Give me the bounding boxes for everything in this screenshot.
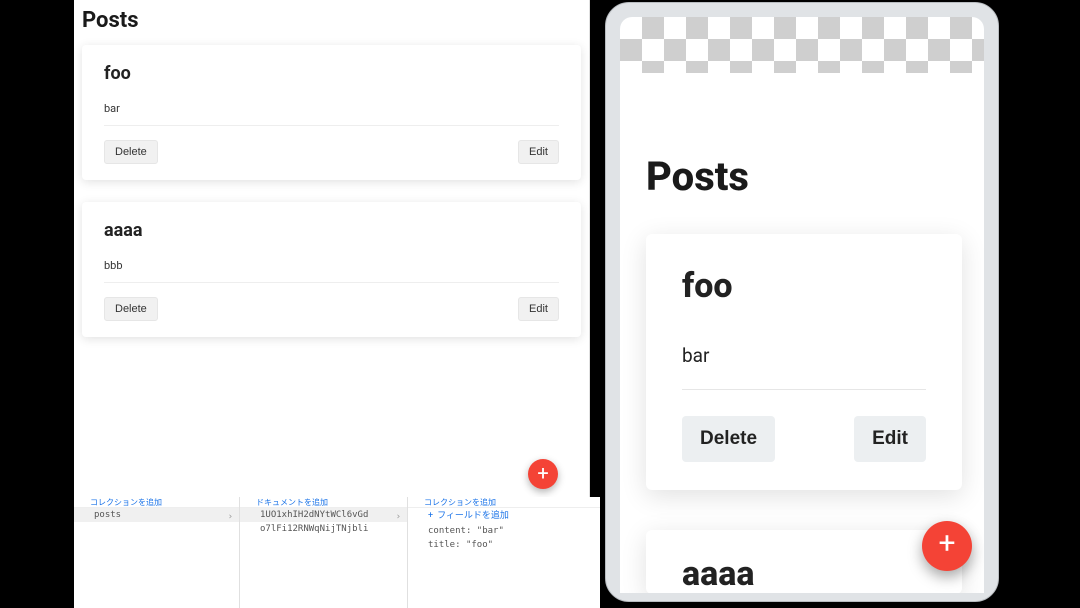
- device-frame: Posts foo bar Delete Edit aaaa +: [605, 2, 999, 602]
- delete-button[interactable]: Delete: [682, 416, 775, 462]
- delete-button[interactable]: Delete: [104, 297, 158, 321]
- add-field-link[interactable]: + フィールドを追加: [408, 508, 600, 524]
- collection-name: posts: [94, 510, 121, 520]
- collections-column: コレクションを追加 posts ›: [74, 497, 240, 608]
- page-title: Posts: [82, 8, 589, 33]
- add-document-link[interactable]: ドキュメントを追加: [240, 497, 407, 508]
- page-title: Posts: [646, 153, 962, 200]
- device-screen: Posts foo bar Delete Edit aaaa +: [620, 73, 984, 593]
- post-body: bar: [682, 344, 926, 390]
- document-id: 1UO1xhIH2dNYtWCl6vGd: [260, 510, 368, 520]
- firestore-panel: コレクションを追加 posts › ドキュメントを追加 1UO1xhIH2dNY…: [74, 497, 600, 608]
- plus-icon: +: [428, 511, 433, 521]
- document-row[interactable]: o7lFi12RNWqNijTNjbli: [240, 522, 407, 536]
- field-value: "bar": [477, 526, 504, 536]
- edit-button[interactable]: Edit: [518, 140, 559, 164]
- field-key: title: [428, 540, 455, 550]
- fields-column: コレクションを追加 + フィールドを追加 content: "bar" title…: [408, 497, 600, 608]
- post-title: aaaa: [104, 220, 559, 241]
- desktop-app-panel: Posts foo bar Delete Edit aaaa bbb Delet…: [74, 0, 590, 497]
- post-body: bbb: [104, 259, 559, 283]
- post-card: foo bar Delete Edit: [82, 45, 581, 180]
- field-key: content: [428, 526, 466, 536]
- field-value: "foo": [466, 540, 493, 550]
- post-card: aaaa: [646, 530, 962, 593]
- document-row[interactable]: 1UO1xhIH2dNYtWCl6vGd ›: [240, 508, 407, 522]
- documents-column: ドキュメントを追加 1UO1xhIH2dNYtWCl6vGd › o7lFi12…: [240, 497, 408, 608]
- post-title: foo: [682, 266, 926, 306]
- edit-button[interactable]: Edit: [854, 416, 926, 462]
- field-row[interactable]: title: "foo": [408, 538, 600, 552]
- post-card: aaaa bbb Delete Edit: [82, 202, 581, 337]
- add-collection-link[interactable]: コレクションを追加: [408, 497, 600, 508]
- post-title: foo: [104, 63, 559, 84]
- add-post-fab[interactable]: +: [922, 521, 972, 571]
- post-title: aaaa: [646, 530, 962, 593]
- field-row[interactable]: content: "bar": [408, 524, 600, 538]
- chevron-right-icon: ›: [228, 510, 233, 524]
- document-id: o7lFi12RNWqNijTNjbli: [260, 524, 368, 534]
- add-collection-link[interactable]: コレクションを追加: [74, 497, 239, 508]
- delete-button[interactable]: Delete: [104, 140, 158, 164]
- post-body: bar: [104, 102, 559, 126]
- status-bar-placeholder: [620, 17, 984, 73]
- collection-row[interactable]: posts ›: [74, 508, 239, 522]
- add-post-fab[interactable]: +: [528, 459, 558, 489]
- add-field-label: フィールドを追加: [437, 511, 509, 521]
- edit-button[interactable]: Edit: [518, 297, 559, 321]
- post-card: foo bar Delete Edit: [646, 234, 962, 490]
